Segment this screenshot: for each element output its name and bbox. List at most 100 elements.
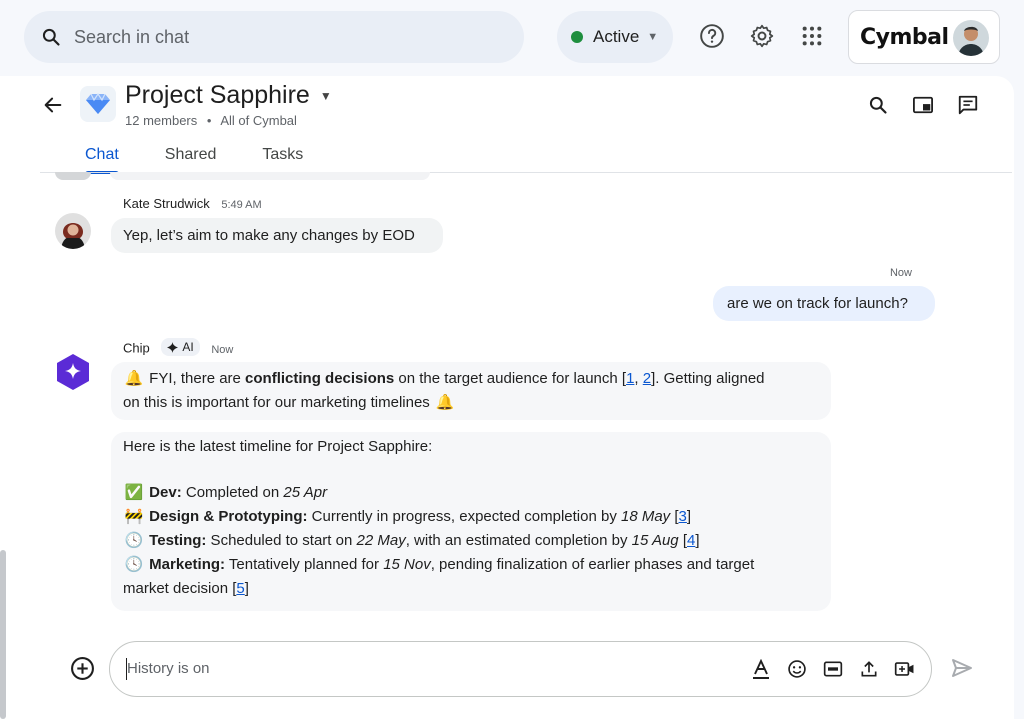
previous-message-edge	[110, 172, 430, 180]
message-bubble: Yep, let’s aim to make any changes by EO…	[111, 218, 443, 253]
timeline-date: 18 May	[620, 508, 671, 525]
gear-icon[interactable]	[748, 22, 776, 50]
timeline-text: Completed on	[181, 484, 284, 501]
apps-grid-icon[interactable]	[798, 22, 826, 50]
scrollbar[interactable]	[0, 550, 6, 719]
chip-avatar[interactable]	[55, 353, 91, 391]
citation-link[interactable]: 3	[679, 508, 687, 525]
search-icon[interactable]	[867, 94, 889, 116]
citation-link[interactable]: 2	[643, 370, 651, 387]
chevron-down-icon: ▼	[647, 31, 659, 43]
sender-name: Chip	[123, 340, 150, 356]
space-title-text: Project Sapphire	[125, 81, 310, 109]
timeline-label: Design & Prototyping:	[149, 508, 308, 525]
timeline-date: 15 Nov	[383, 556, 431, 573]
ai-badge-label: AI	[182, 340, 194, 354]
message-input-placeholder: History is on	[127, 660, 210, 677]
message-text: are we on track for launch?	[727, 295, 908, 312]
send-icon[interactable]	[950, 656, 974, 680]
search-placeholder: Search in chat	[74, 26, 190, 47]
chat-panel: Project Sapphire ▼ 12 members • All of C…	[0, 76, 1014, 719]
timeline-text: market decision	[123, 580, 229, 597]
alert-text-pre: FYI, there are	[149, 370, 246, 387]
alert-line-2: on this is important for our marketing t…	[123, 391, 819, 415]
timeline-text: , pending finalization of earlier phases…	[430, 556, 755, 573]
message-time: Now	[889, 267, 912, 279]
upload-icon[interactable]	[858, 658, 880, 680]
own-message-bubble: are we on track for launch?	[713, 286, 935, 321]
timeline-date: 22 May	[356, 532, 406, 549]
timeline-testing: 🕓 Testing: Scheduled to start on 22 May,…	[123, 529, 819, 553]
timeline-spacer	[123, 459, 819, 481]
status-label: Active	[593, 27, 640, 46]
clock-icon: 🕓	[124, 556, 144, 573]
diamond-icon	[80, 86, 116, 122]
tab-tasks[interactable]: Tasks	[247, 142, 318, 174]
account-chip[interactable]: Cymbal	[848, 10, 1000, 64]
timeline-label: Dev:	[149, 484, 182, 501]
video-meeting-icon[interactable]	[894, 658, 916, 680]
sparkle-icon	[167, 341, 179, 353]
gif-icon[interactable]	[822, 658, 844, 680]
user-avatar[interactable]	[953, 20, 989, 56]
add-attachment-icon[interactable]	[70, 656, 95, 681]
brand-logo: Cymbal	[860, 24, 949, 50]
tab-shared[interactable]: Shared	[150, 142, 232, 174]
space-org: All of Cymbal	[220, 113, 297, 128]
timeline-dev: ✅ Dev: Completed on 25 Apr	[123, 481, 819, 505]
timeline-marketing-cont: market decision [5]	[123, 580, 249, 597]
citation-separator: ,	[634, 370, 643, 387]
timeline-text: Currently in progress, expected completi…	[307, 508, 621, 525]
timeline-label: Testing:	[149, 532, 207, 549]
search-icon	[40, 26, 62, 48]
bell-icon: 🔔	[124, 370, 144, 387]
timeline-label: Marketing:	[149, 556, 226, 573]
timeline-marketing: 🕓 Marketing: Tentatively planned for 15 …	[123, 553, 819, 577]
status-dropdown[interactable]: Active ▼	[557, 11, 673, 63]
citation-link[interactable]: 4	[687, 532, 695, 549]
timeline-date: 25 Apr	[283, 484, 328, 501]
alert-text-post: ]. Getting aligned	[651, 370, 765, 387]
message-text: Yep, let’s aim to make any changes by EO…	[123, 227, 415, 244]
timeline-date: 15 Aug	[631, 532, 679, 549]
help-icon[interactable]	[698, 22, 726, 50]
members-count[interactable]: 12 members	[125, 113, 197, 128]
picture-in-picture-icon[interactable]	[912, 94, 934, 116]
ai-timeline-block: Here is the latest timeline for Project …	[111, 432, 831, 611]
message-header: Chip AI Now	[123, 338, 233, 356]
tab-bar: Chat Shared Tasks	[70, 142, 334, 174]
timeline-text: Tentatively planned for	[225, 556, 384, 573]
alert-text-bold: conflicting decisions	[245, 370, 395, 387]
alert-line-1: 🔔 FYI, there are conflicting decisions o…	[123, 367, 819, 391]
avatar[interactable]	[55, 213, 91, 249]
clock-icon: 🕓	[124, 532, 144, 549]
status-dot	[571, 31, 583, 43]
timeline-text: , with an estimated completion by	[405, 532, 632, 549]
message-input[interactable]: History is on	[109, 641, 932, 697]
bell-icon: 🔔	[435, 394, 455, 411]
threads-icon[interactable]	[957, 94, 979, 116]
sender-name: Kate Strudwick	[123, 196, 210, 211]
message-time: Now	[211, 343, 234, 356]
ai-badge: AI	[161, 338, 200, 356]
message-time: 5:49 AM	[221, 199, 262, 211]
back-arrow-icon[interactable]	[42, 94, 64, 116]
timeline-text: Scheduled to start on	[206, 532, 357, 549]
top-bar: Search in chat Active ▼ Cymbal	[0, 0, 1024, 76]
chevron-down-icon: ▼	[319, 88, 332, 103]
emoji-icon[interactable]	[786, 658, 808, 680]
previous-avatar-edge	[55, 172, 91, 180]
space-title[interactable]: Project Sapphire ▼	[125, 81, 332, 110]
timeline-design: 🚧 Design & Prototyping: Currently in pro…	[123, 505, 819, 529]
message-header: Kate Strudwick 5:49 AM	[123, 196, 262, 211]
ai-alert-block: 🔔 FYI, there are conflicting decisions o…	[111, 362, 831, 420]
citation-link[interactable]: 5	[236, 580, 244, 597]
search-bar[interactable]: Search in chat	[24, 11, 524, 63]
space-subtitle: 12 members • All of Cymbal	[125, 113, 297, 128]
alert-text-mid: on the target audience for launch [	[394, 370, 627, 387]
text-format-icon[interactable]	[750, 658, 772, 680]
alert-text-line2: on this is important for our marketing t…	[123, 394, 430, 411]
check-mark-icon: ✅	[124, 484, 144, 501]
tab-chat[interactable]: Chat	[70, 142, 134, 174]
subtitle-separator: •	[206, 113, 212, 128]
